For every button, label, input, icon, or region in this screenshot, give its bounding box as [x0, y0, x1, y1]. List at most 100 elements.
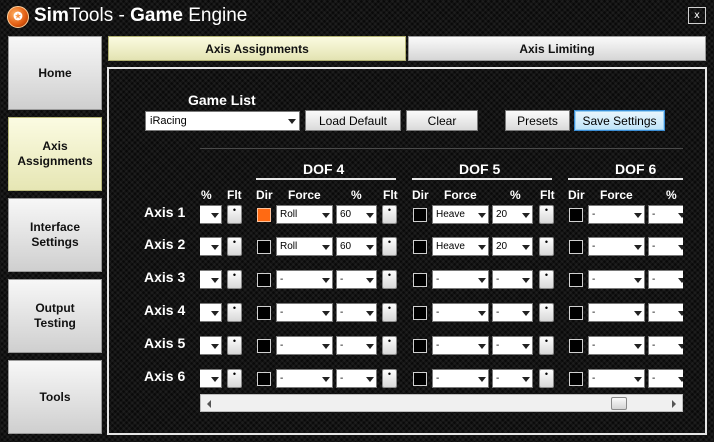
- dof4-force-select[interactable]: -: [276, 270, 333, 289]
- dof6-percent-select[interactable]: -: [648, 205, 683, 224]
- tab-axis-limiting[interactable]: Axis Limiting: [408, 36, 706, 61]
- dof5-percent-select[interactable]: 20: [492, 237, 533, 256]
- nav-home-button[interactable]: Home: [8, 36, 102, 110]
- dof6-percent-select[interactable]: -: [648, 270, 683, 289]
- partial-filter-button[interactable]: •: [227, 270, 242, 289]
- dof4-filter-button[interactable]: •: [382, 303, 397, 322]
- scroll-right-icon[interactable]: [672, 400, 676, 408]
- chevron-down-icon: [634, 278, 642, 283]
- clear-button[interactable]: Clear: [406, 110, 478, 131]
- dof5-force-select[interactable]: -: [432, 270, 489, 289]
- partial-percent-select[interactable]: [200, 205, 222, 224]
- dof5-dir-checkbox[interactable]: [413, 372, 427, 386]
- dof4-percent-select[interactable]: -: [336, 270, 377, 289]
- dof5-percent-select[interactable]: 20: [492, 205, 533, 224]
- dof5-filter-button[interactable]: •: [539, 205, 554, 224]
- dof6-force-select[interactable]: -: [588, 336, 645, 355]
- dof4-dir-checkbox[interactable]: [257, 240, 271, 254]
- dof5-percent-select[interactable]: -: [492, 270, 533, 289]
- dof4-dir-checkbox[interactable]: [257, 372, 271, 386]
- dof5-percent-select[interactable]: -: [492, 303, 533, 322]
- dof6-force-select[interactable]: -: [588, 270, 645, 289]
- dof4-filter-button[interactable]: •: [382, 237, 397, 256]
- save-settings-button[interactable]: Save Settings: [574, 110, 665, 131]
- dof4-force-select[interactable]: Roll: [276, 237, 333, 256]
- dof5-filter-button[interactable]: •: [539, 270, 554, 289]
- dof5-filter-button[interactable]: •: [539, 237, 554, 256]
- partial-percent-select[interactable]: [200, 336, 222, 355]
- nav-tools-button[interactable]: Tools: [8, 360, 102, 434]
- dof6-dir-checkbox[interactable]: [569, 339, 583, 353]
- dof5-force-select[interactable]: Heave: [432, 237, 489, 256]
- dof6-dir-checkbox[interactable]: [569, 306, 583, 320]
- presets-button[interactable]: Presets: [505, 110, 570, 131]
- dof4-dir-checkbox[interactable]: [257, 208, 271, 222]
- dof4-filter-button[interactable]: •: [382, 369, 397, 388]
- partial-filter-button[interactable]: •: [227, 336, 242, 355]
- dof5-dir-checkbox[interactable]: [413, 208, 427, 222]
- tab-axis-assignments[interactable]: Axis Assignments: [108, 36, 406, 61]
- dof6-force-select[interactable]: -: [588, 303, 645, 322]
- dof4-percent-select[interactable]: -: [336, 336, 377, 355]
- dof5-filter-button[interactable]: •: [539, 369, 554, 388]
- dof6-force-select[interactable]: -: [588, 205, 645, 224]
- dof5-force-select[interactable]: -: [432, 369, 489, 388]
- chevron-down-icon: [678, 278, 683, 283]
- load-default-button[interactable]: Load Default: [305, 110, 401, 131]
- partial-percent-select[interactable]: [200, 237, 222, 256]
- dof4-force-select[interactable]: -: [276, 369, 333, 388]
- nav-interface-settings-button[interactable]: Interface Settings: [8, 198, 102, 272]
- scroll-left-icon[interactable]: [207, 400, 211, 408]
- partial-filter-button[interactable]: •: [227, 205, 242, 224]
- dof5-filter-button[interactable]: •: [539, 336, 554, 355]
- dof6-percent-select[interactable]: -: [648, 303, 683, 322]
- dof6-dir-checkbox[interactable]: [569, 240, 583, 254]
- dof5-dir-checkbox[interactable]: [413, 306, 427, 320]
- dof6-dir-checkbox[interactable]: [569, 208, 583, 222]
- dof6-dir-checkbox[interactable]: [569, 372, 583, 386]
- dof5-dir-checkbox[interactable]: [413, 339, 427, 353]
- dof6-force-select[interactable]: -: [588, 237, 645, 256]
- dof4-dir-checkbox[interactable]: [257, 339, 271, 353]
- dof5-percent-select[interactable]: -: [492, 369, 533, 388]
- dof5-percent-select[interactable]: -: [492, 336, 533, 355]
- dof4-dir-checkbox[interactable]: [257, 273, 271, 287]
- dof5-force-header: Force: [444, 188, 477, 202]
- dof6-dir-checkbox[interactable]: [569, 273, 583, 287]
- partial-percent-select[interactable]: [200, 270, 222, 289]
- dof4-percent-select[interactable]: 60: [336, 237, 377, 256]
- dof4-percent-select[interactable]: -: [336, 369, 377, 388]
- dof4-dir-checkbox[interactable]: [257, 306, 271, 320]
- dof4-force-select[interactable]: -: [276, 336, 333, 355]
- dof4-force-select[interactable]: Roll: [276, 205, 333, 224]
- dof5-force-select[interactable]: Heave: [432, 205, 489, 224]
- dof5-dir-checkbox[interactable]: [413, 273, 427, 287]
- dof6-force-select[interactable]: -: [588, 369, 645, 388]
- dof4-filter-button[interactable]: •: [382, 205, 397, 224]
- scroll-thumb[interactable]: [611, 397, 627, 410]
- nav-axis-assignments-button[interactable]: Axis Assignments: [8, 117, 102, 191]
- dof5-dir-checkbox[interactable]: [413, 240, 427, 254]
- dof4-percent-select[interactable]: -: [336, 303, 377, 322]
- nav-output-testing-button[interactable]: Output Testing: [8, 279, 102, 353]
- dof5-force-select[interactable]: -: [432, 336, 489, 355]
- dof6-percent-select-value: -: [652, 307, 656, 318]
- dof5-filter-button[interactable]: •: [539, 303, 554, 322]
- close-button[interactable]: x: [688, 7, 706, 24]
- partial-filter-button[interactable]: •: [227, 369, 242, 388]
- partial-percent-select[interactable]: [200, 303, 222, 322]
- partial-percent-select[interactable]: [200, 369, 222, 388]
- dof5-force-select[interactable]: -: [432, 303, 489, 322]
- dof6-percent-select[interactable]: -: [648, 369, 683, 388]
- dof4-percent-select[interactable]: 60: [336, 205, 377, 224]
- partial-filter-button[interactable]: •: [227, 237, 242, 256]
- dof4-filter-button[interactable]: •: [382, 270, 397, 289]
- grid-horizontal-scrollbar[interactable]: [200, 394, 683, 412]
- dof6-percent-select[interactable]: -: [648, 336, 683, 355]
- partial-filter-button[interactable]: •: [227, 303, 242, 322]
- game-list-select[interactable]: iRacing: [145, 111, 300, 131]
- dof4-force-select[interactable]: -: [276, 303, 333, 322]
- dof5-force-select-value: Heave: [436, 209, 465, 220]
- dof4-filter-button[interactable]: •: [382, 336, 397, 355]
- dof6-percent-select[interactable]: -: [648, 237, 683, 256]
